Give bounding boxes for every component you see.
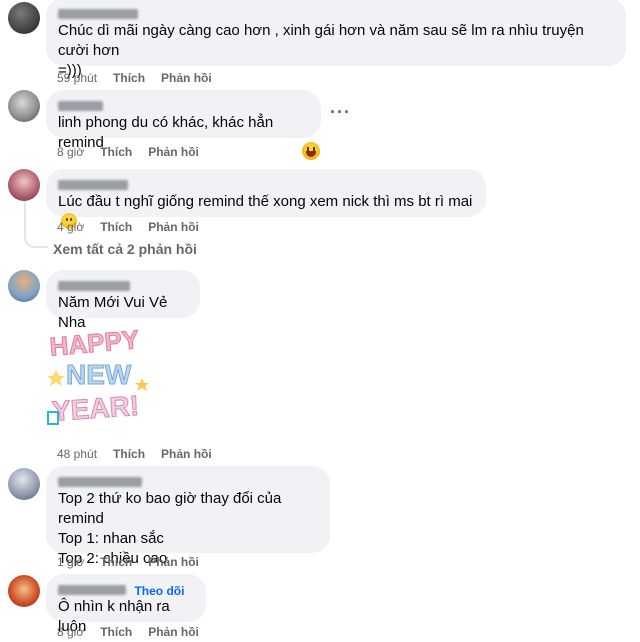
like-button[interactable]: Thích [100, 145, 132, 159]
comment-author[interactable] [58, 281, 130, 291]
avatar[interactable] [8, 169, 40, 201]
sticker-line: HAPPY [48, 324, 140, 362]
comment-time[interactable]: 1 giờ [57, 555, 84, 569]
like-button[interactable]: Thích [100, 625, 132, 639]
comment-author[interactable] [58, 101, 103, 111]
comment-meta: 8 giờ Thích Phản hồi [57, 624, 215, 640]
comment-author[interactable] [58, 585, 126, 595]
comment-bubble: linh phong du có khác, khác hẳn remind [46, 90, 321, 151]
comment-bubble: Chúc dì mãi ngày càng cao hơn , xinh gái… [46, 0, 626, 79]
view-replies-link[interactable]: Xem tất cả 2 phản hồi [53, 241, 197, 257]
avatar[interactable] [8, 2, 40, 34]
avatar[interactable] [8, 468, 40, 500]
comment-header: Theo dõi [58, 582, 194, 598]
comment-meta: 59 phút Thích Phản hồi [57, 70, 228, 86]
reply-button[interactable]: Phản hồi [161, 447, 212, 461]
thread-line [24, 196, 48, 248]
avatar[interactable] [8, 575, 40, 607]
comment-time[interactable]: 8 giờ [57, 145, 84, 159]
like-button[interactable]: Thích [113, 71, 145, 85]
like-button[interactable]: Thích [100, 555, 132, 569]
more-options-icon[interactable]: ··· [330, 102, 351, 123]
comment-bubble: Top 2 thứ ko bao giờ thay đổi của remind… [46, 466, 330, 567]
comment-time[interactable]: 8 giờ [57, 625, 84, 639]
follow-button[interactable]: Theo dõi [134, 584, 184, 598]
comment-bubble: Theo dõi Ô nhìn k nhận ra luôn [46, 574, 206, 635]
reply-button[interactable]: Phản hồi [148, 625, 199, 639]
star-icon [47, 370, 65, 386]
avatar[interactable] [8, 90, 40, 122]
comment-time[interactable]: 48 phút [57, 447, 97, 461]
comment-author[interactable] [58, 477, 142, 487]
sticker-line: NEW [66, 359, 132, 390]
haha-reaction-icon[interactable] [302, 142, 320, 160]
like-button[interactable]: Thích [100, 220, 132, 234]
comment-author[interactable] [58, 9, 138, 19]
comment-bubble: Lúc đầu t nghĩ giống remind thế xong xem… [46, 169, 486, 229]
comment-meta: 48 phút Thích Phản hồi [57, 446, 228, 462]
comment-author[interactable] [58, 180, 128, 190]
like-button[interactable]: Thích [113, 447, 145, 461]
comment-time[interactable]: 4 giờ [57, 220, 84, 234]
sticker-line: YEAR! [51, 390, 140, 427]
comment-meta: 8 giờ Thích Phản hồi [57, 144, 215, 160]
reply-button[interactable]: Phản hồi [148, 555, 199, 569]
comment-meta: 1 giờ Thích Phản hồi [57, 554, 215, 570]
reply-button[interactable]: Phản hồi [161, 71, 212, 85]
reply-button[interactable]: Phản hồi [148, 220, 199, 234]
comment-time[interactable]: 59 phút [57, 71, 97, 85]
happy-new-year-sticker[interactable]: HAPPY NEW YEAR! [44, 318, 154, 428]
reply-button[interactable]: Phản hồi [148, 145, 199, 159]
comment-meta: 4 giờ Thích Phản hồi [57, 219, 215, 235]
comment-bubble: Năm Mới Vui Vẻ Nha [46, 270, 200, 331]
avatar[interactable] [8, 270, 40, 302]
